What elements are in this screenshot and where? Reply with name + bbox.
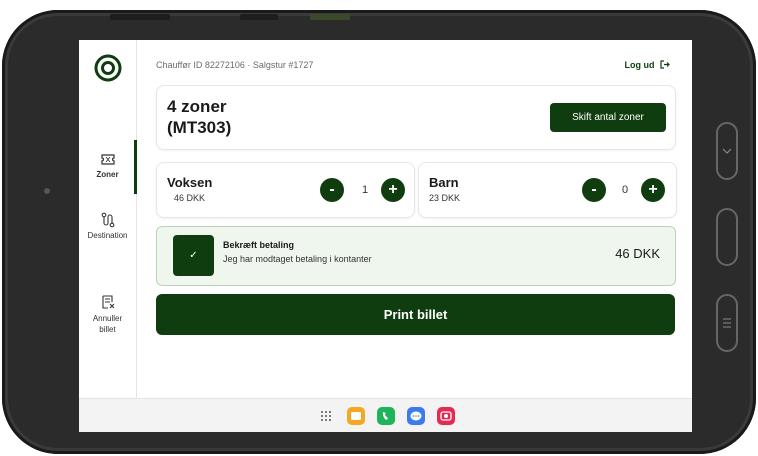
payment-subtitle: Jeg har modtaget betaling i kontanter <box>223 254 372 264</box>
quantity-value: 1 <box>361 184 369 196</box>
print-ticket-button[interactable]: Print billet <box>156 294 675 335</box>
ticket-name: Voksen <box>167 175 213 190</box>
ticket-price: 23 DKK <box>429 193 461 203</box>
payment-confirmation[interactable]: ✓ Bekræft betaling Jeg har modtaget beta… <box>156 226 676 286</box>
sidebar-item-label: Annuller billet <box>92 314 123 334</box>
ticket-card-voksen: Voksen 46 DKK - 1 + <box>156 162 415 218</box>
apps-grid-icon[interactable] <box>317 407 335 425</box>
sidebar-item-annuller-billet[interactable]: Annuller billet <box>79 272 136 335</box>
quantity-value: 0 <box>621 184 629 196</box>
decrement-button[interactable]: - <box>582 178 606 202</box>
logout-label: Log ud <box>624 60 655 70</box>
app-screen: Zoner Destination Annuller billet Chauff… <box>79 40 692 432</box>
payment-amount: 46 DKK <box>615 246 660 261</box>
sidebar-item-zoner[interactable]: Zoner <box>79 151 136 179</box>
increment-button[interactable]: + <box>641 178 665 202</box>
sidebar-item-destination[interactable]: Destination <box>79 212 136 240</box>
logo-icon <box>94 54 122 82</box>
messages-icon[interactable] <box>407 407 425 425</box>
payment-title: Bekræft betaling <box>223 240 295 250</box>
change-zones-button[interactable]: Skift antal zoner <box>550 103 666 132</box>
sidebar: Zoner Destination Annuller billet <box>79 40 137 400</box>
driver-info: Chauffør ID 82272106 · Salgstur #1727 <box>156 60 314 70</box>
system-taskbar <box>79 398 692 432</box>
front-camera <box>44 188 50 194</box>
zones-title: 4 zoner (MT303) <box>167 96 231 138</box>
logout-button[interactable]: Log ud <box>624 60 670 70</box>
increment-button[interactable]: + <box>381 178 405 202</box>
ticket-icon <box>100 151 116 167</box>
decrement-button[interactable]: - <box>320 178 344 202</box>
folder-icon[interactable] <box>347 407 365 425</box>
device-edge-button <box>310 14 350 20</box>
ticket-price: 46 DKK <box>174 193 206 203</box>
sidebar-item-label: Destination <box>87 231 128 240</box>
ticket-card-barn: Barn 23 DKK - 0 + <box>418 162 677 218</box>
zones-card: 4 zoner (MT303) Skift antal zoner <box>156 85 676 150</box>
zones-count: 4 zoner <box>167 97 227 116</box>
device-edge-button <box>240 14 278 20</box>
ticket-name: Barn <box>429 175 459 190</box>
hardware-back-button <box>716 122 738 180</box>
cancel-receipt-icon <box>100 283 116 309</box>
zones-code: (MT303) <box>167 118 232 137</box>
payment-checkbox[interactable]: ✓ <box>173 235 214 276</box>
route-icon <box>100 212 116 228</box>
logout-arrow-icon <box>660 60 670 70</box>
phone-icon[interactable] <box>377 407 395 425</box>
hardware-recents-button <box>716 294 738 352</box>
hardware-home-button <box>716 208 738 266</box>
camera-icon[interactable] <box>437 407 455 425</box>
device-edge-button <box>110 14 170 20</box>
sidebar-item-label: Zoner <box>96 170 119 179</box>
